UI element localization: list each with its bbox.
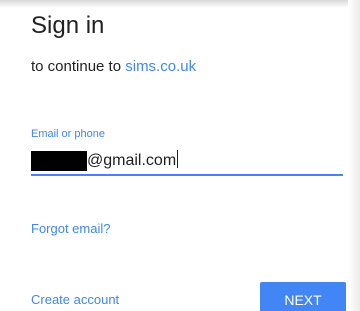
right-edge-shadow: [348, 0, 360, 311]
email-field[interactable]: @gmail.com: [31, 148, 343, 176]
top-edge-shadow: [0, 0, 360, 8]
next-button[interactable]: NEXT: [260, 282, 346, 311]
sign-in-card: Sign in to continue to sims.co.uk Email …: [0, 0, 360, 311]
email-field-text: @gmail.com: [87, 152, 177, 169]
subtitle: to continue to sims.co.uk: [31, 58, 196, 75]
forgot-email-link[interactable]: Forgot email?: [31, 221, 110, 236]
text-caret: [177, 150, 179, 168]
page-title: Sign in: [31, 12, 105, 39]
site-link[interactable]: sims.co.uk: [125, 58, 196, 75]
email-field-underline: [31, 174, 343, 176]
email-field-value: @gmail.com: [87, 150, 179, 170]
subtitle-text: to continue to: [31, 58, 126, 75]
create-account-link[interactable]: Create account: [31, 292, 119, 307]
email-field-label: Email or phone: [31, 128, 105, 140]
redacted-username-block: [31, 151, 87, 171]
